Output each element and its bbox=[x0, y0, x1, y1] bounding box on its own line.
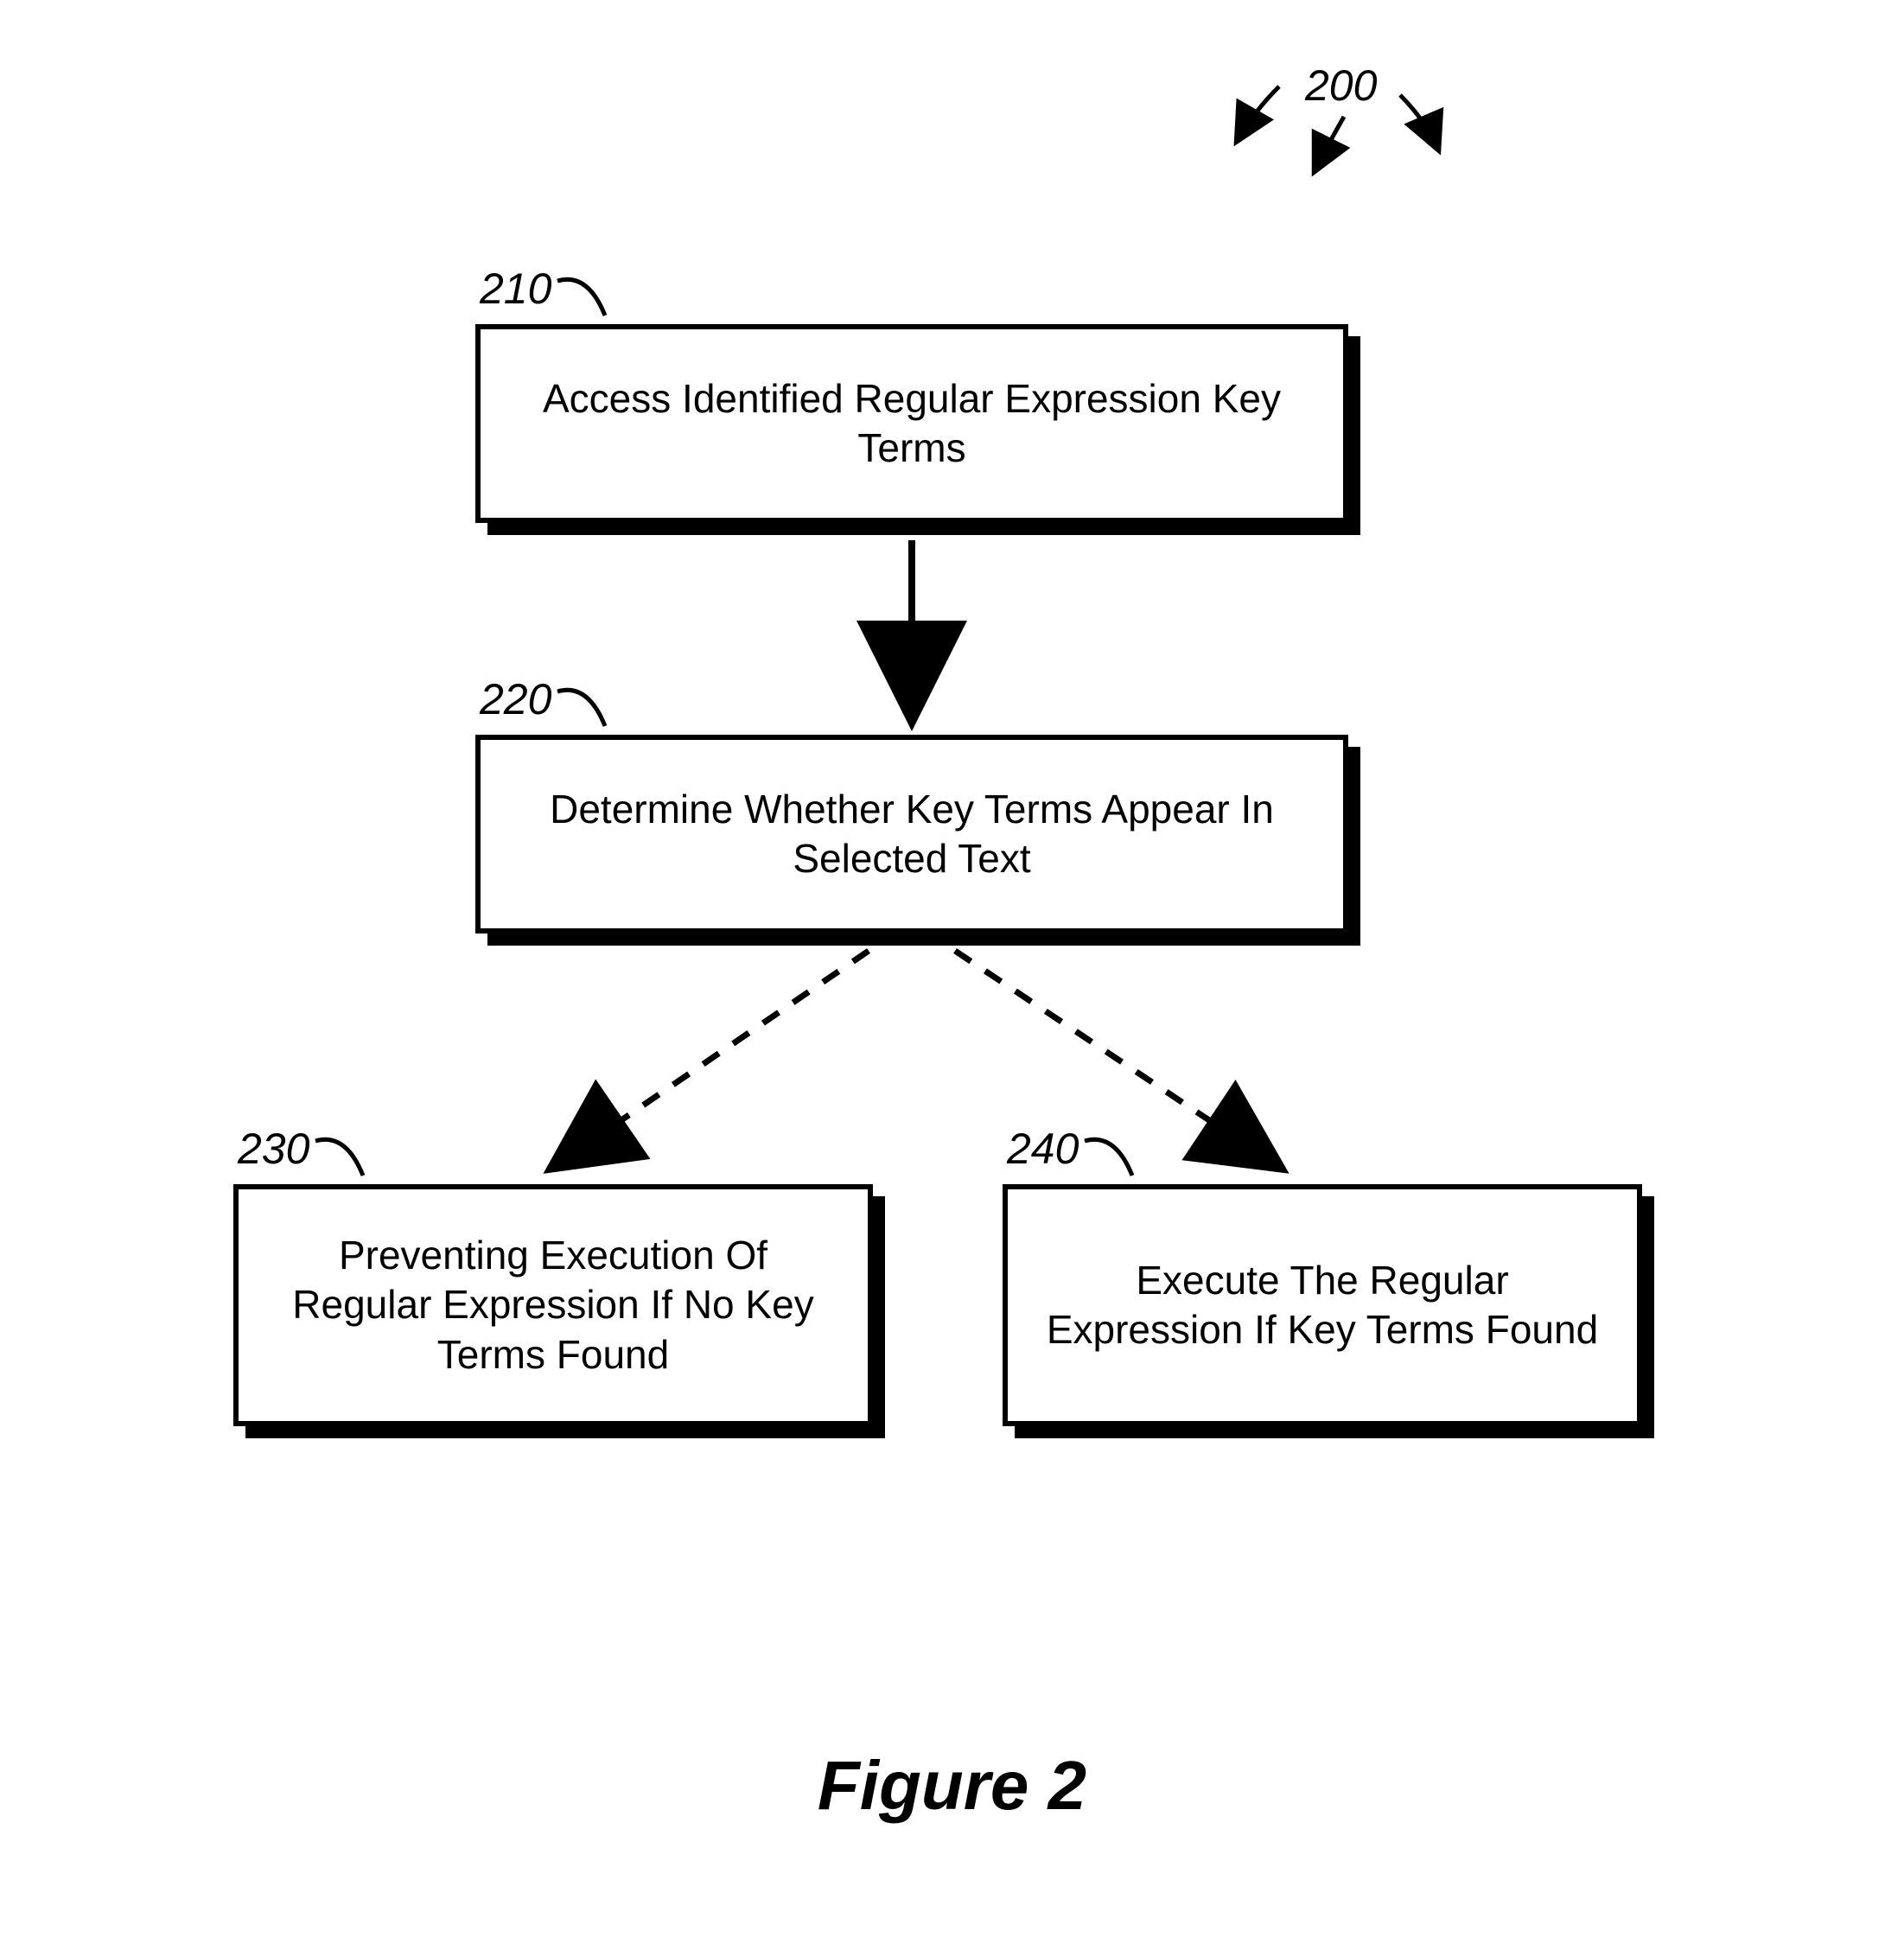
arrow-210-to-220 bbox=[0, 0, 1904, 1950]
ref-hook-icon bbox=[1080, 1128, 1158, 1188]
flow-step-230-text: Preventing Execution Of Regular Expressi… bbox=[273, 1231, 833, 1380]
ref-hook-icon bbox=[311, 1128, 389, 1188]
title-swirl-icon bbox=[0, 0, 1904, 1950]
ref-label-240: 240 bbox=[1007, 1124, 1079, 1174]
arrows-branch bbox=[0, 0, 1904, 1950]
diagram-canvas: 200 210 Access Identified Regular Expres… bbox=[0, 0, 1904, 1950]
figure-caption: Figure 2 bbox=[0, 1746, 1904, 1826]
flow-step-230: Preventing Execution Of Regular Expressi… bbox=[233, 1184, 873, 1426]
ref-hook-icon bbox=[553, 268, 631, 328]
ref-label-220: 220 bbox=[480, 674, 551, 724]
ref-label-230: 230 bbox=[238, 1124, 309, 1174]
flow-step-220: Determine Whether Key Terms Appear In Se… bbox=[475, 735, 1348, 934]
diagram-ref-200: 200 bbox=[1305, 61, 1377, 111]
flow-step-240-text: Execute The Regular Expression If Key Te… bbox=[1042, 1256, 1602, 1355]
flow-step-220-text: Determine Whether Key Terms Appear In Se… bbox=[515, 785, 1309, 884]
ref-label-210: 210 bbox=[480, 264, 551, 314]
flow-step-210: Access Identified Regular Expression Key… bbox=[475, 324, 1348, 523]
flow-step-240: Execute The Regular Expression If Key Te… bbox=[1003, 1184, 1642, 1426]
ref-hook-icon bbox=[553, 679, 631, 739]
flow-step-210-text: Access Identified Regular Expression Key… bbox=[515, 374, 1309, 474]
